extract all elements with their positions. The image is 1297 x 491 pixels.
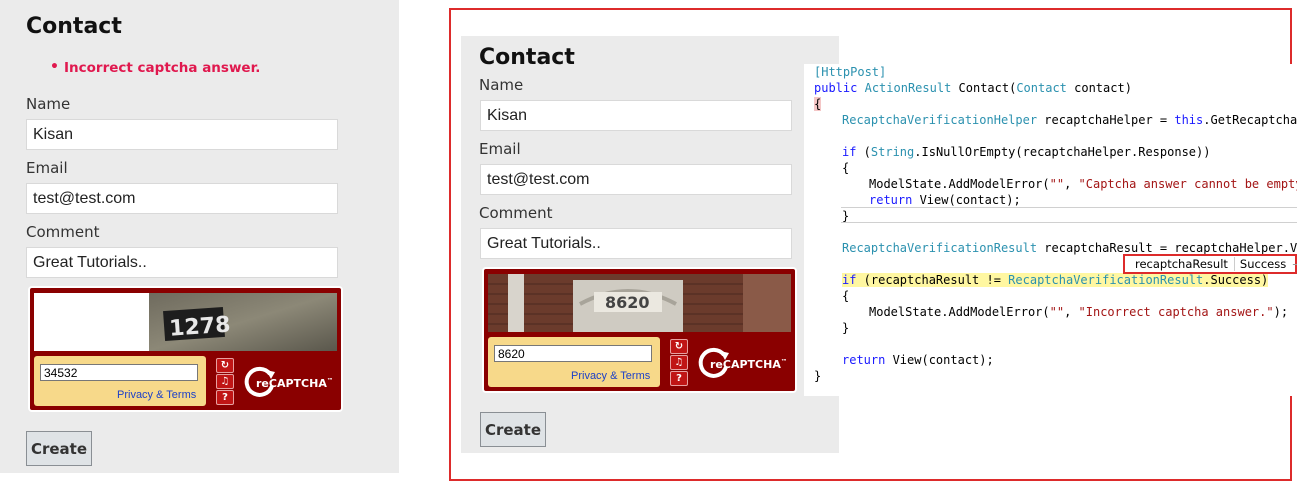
validation-summary: Incorrect captcha answer. [50,59,260,76]
page-title: Contact [26,14,122,39]
code-line: { [814,97,822,111]
audio-icon[interactable]: ♫ [670,355,688,370]
current-line-indicator [841,207,1297,223]
code-line: { [842,289,850,303]
captcha-photo: 1278 [149,293,337,351]
comment-field-2[interactable]: Great Tutorials.. [480,228,792,259]
recaptcha-logo-text-2: reCAPTCHA™ [710,358,787,371]
captcha-answer-input[interactable]: 34532 [40,364,198,381]
code-line: } [842,321,850,335]
help-icon[interactable]: ? [670,371,688,386]
captcha-photo-2: 8620 [488,274,791,332]
audio-icon[interactable]: ♫ [216,374,234,389]
code-line: if (String.IsNullOrEmpty(recaptchaHelper… [842,145,1211,159]
name-label: Name [26,95,71,113]
code-line: [HttpPost] [814,65,887,79]
captcha-image-text: 1278 [168,312,231,341]
name-label-2: Name [479,76,524,94]
code-line: } [814,369,822,383]
code-line: return View(contact); [869,193,1021,207]
email-field-2[interactable]: test@test.com [480,164,792,195]
datatip-variable-name: recaptchaResult [1135,257,1228,271]
name-field-2[interactable]: Kisan [480,100,792,131]
page-title-2: Contact [479,45,575,70]
pin-icon[interactable]: → [1292,257,1297,271]
code-line: ModelState.AddModelError("", "Captcha an… [869,177,1297,191]
code-line: } [842,209,850,223]
code-editor[interactable]: [HttpPost] public ActionResult Contact(C… [804,64,1297,396]
datatip-value: Success [1233,257,1286,271]
debug-datatip[interactable]: recaptchaResult Success → [1123,254,1297,274]
code-line-breakpoint: if (recaptchaResult != RecaptchaVerifica… [842,273,1269,287]
captcha-image: 1278 [34,293,337,351]
code-line: RecaptchaVerificationHelper recaptchaHel… [842,113,1297,127]
variable-icon [1125,260,1133,268]
code-line: ModelState.AddModelError("", "Incorrect … [869,305,1289,319]
create-button-2[interactable]: Create [480,412,546,447]
captcha-image-2: 8620 [488,274,791,332]
refresh-icon[interactable]: ↻ [670,339,688,354]
help-icon[interactable]: ? [216,390,234,405]
refresh-icon[interactable]: ↻ [216,358,234,373]
create-button[interactable]: Create [26,431,92,466]
privacy-terms-link-2[interactable]: Privacy & Terms [571,370,650,382]
code-line: public ActionResult Contact(Contact cont… [814,81,1132,95]
captcha-input-box-2: 8620 Privacy & Terms [488,337,660,387]
recaptcha-widget: 1278 34532 Privacy & Terms ↻ ♫ ? reCAPTC… [28,286,343,412]
validation-error: Incorrect captcha answer. [50,59,260,76]
comment-label: Comment [26,223,100,241]
captcha-image-text-2: 8620 [605,293,650,312]
privacy-terms-link[interactable]: Privacy & Terms [117,389,196,401]
email-field[interactable]: test@test.com [26,183,338,214]
comment-label-2: Comment [479,204,553,222]
recaptcha-logo-text: reCAPTCHA™ [256,377,333,390]
recaptcha-widget-2: 8620 8620 Privacy & Terms ↻ ♫ ? reCAPTCH… [482,267,797,393]
name-field[interactable]: Kisan [26,119,338,150]
captcha-answer-input-2[interactable]: 8620 [494,345,652,362]
email-label: Email [26,159,68,177]
captcha-input-box: 34532 Privacy & Terms [34,356,206,406]
code-line: { [842,161,850,175]
email-label-2: Email [479,140,521,158]
comment-field[interactable]: Great Tutorials.. [26,247,338,278]
code-line: return View(contact); [842,353,994,367]
